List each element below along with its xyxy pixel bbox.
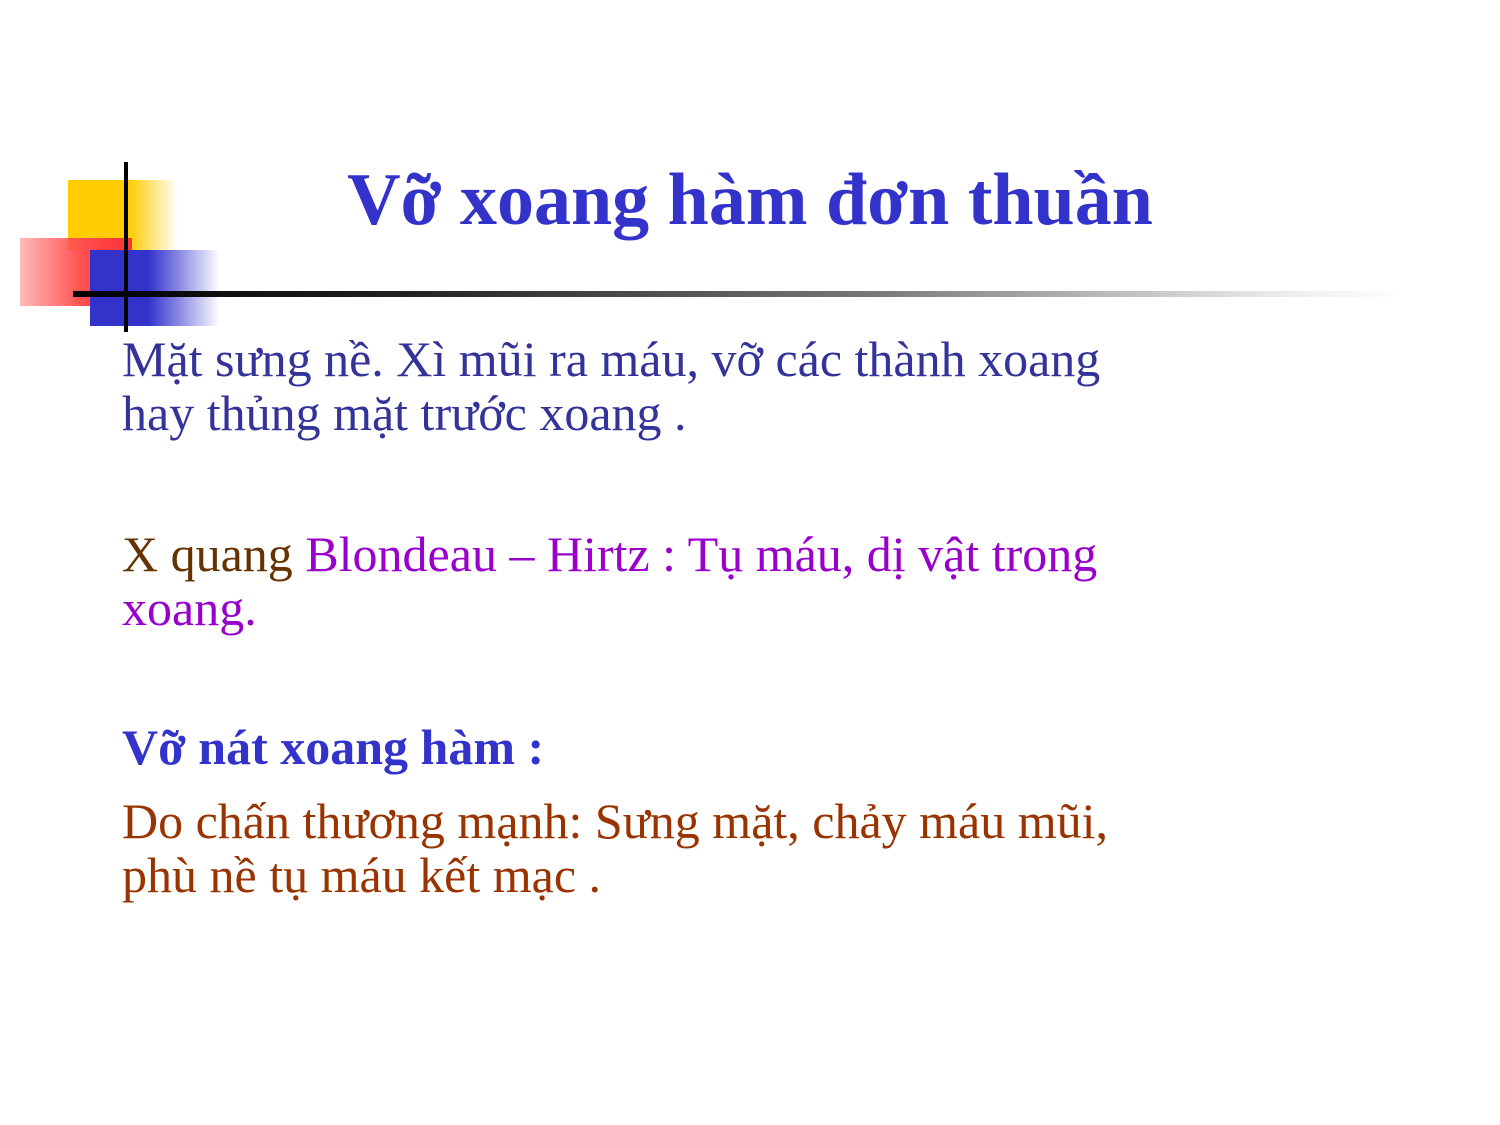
paragraph-line: hay thủng mặt trước xoang .	[122, 385, 687, 441]
paragraph-line: xoang.	[122, 580, 257, 636]
paragraph-severe-trauma: Do chấn thương mạnh: Sưng mặt, chảy máu …	[122, 794, 1422, 902]
decor-blue-square	[90, 250, 220, 326]
paragraph-xray: X quang Blondeau – Hirtz : Tụ máu, dị vậ…	[122, 527, 1422, 635]
paragraph-line: Mặt sưng nề. Xì mũi ra máu, vỡ các thành…	[122, 331, 1101, 387]
xray-prefix: X quang	[122, 526, 306, 582]
title-underline	[73, 291, 1403, 297]
section-heading: Vỡ nát xoang hàm :	[122, 719, 545, 775]
paragraph-line: Do chấn thương mạnh: Sưng mặt, chảy máu …	[122, 793, 1109, 849]
paragraph-line: phù nề tụ máu kết mạc .	[122, 847, 602, 903]
paragraph-injury-signs: Mặt sưng nề. Xì mũi ra máu, vỡ các thành…	[122, 332, 1422, 440]
paragraph-line: X quang Blondeau – Hirtz : Tụ máu, dị vậ…	[122, 527, 1422, 581]
xray-findings: Blondeau – Hirtz : Tụ máu, dị vật trong	[305, 526, 1098, 582]
slide-title: Vỡ xoang hàm đơn thuần	[347, 159, 1153, 241]
